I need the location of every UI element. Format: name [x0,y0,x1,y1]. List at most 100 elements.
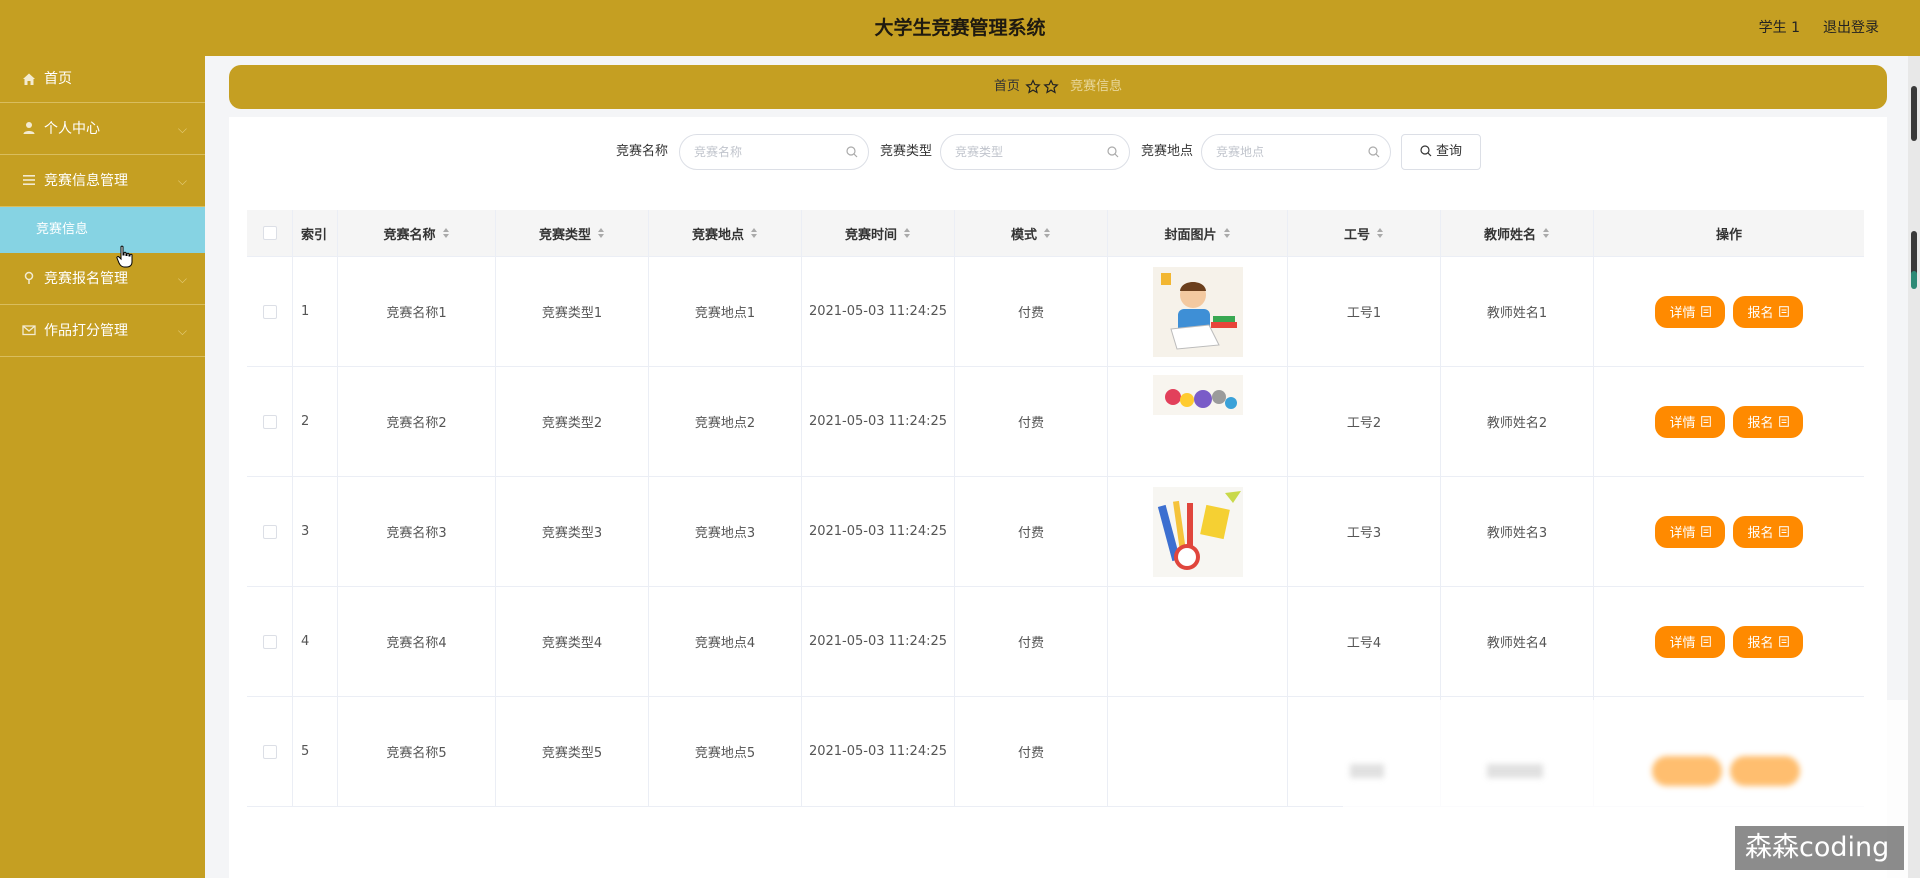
current-user: 学生 1 [1758,20,1800,36]
competition-time: 2021-05-03 11:24:25 [808,304,948,319]
row-checkbox[interactable] [262,304,277,319]
sidebar-item-scoring-mgmt[interactable]: 作品打分管理 ⌵ [0,305,205,357]
column-header[interactable]: 竞赛地点 [649,210,802,256]
detail-button[interactable]: 详情 [1655,515,1725,548]
sidebar-item-competition-info-mgmt[interactable]: 竞赛信息管理 ⌵ [0,155,205,207]
sort-icon [1223,228,1230,238]
detail-button-label: 详情 [1669,636,1696,651]
blurred-text [1350,764,1384,778]
row-checkbox[interactable] [262,524,277,539]
competition-type-cell: 竞赛类型1 [496,257,649,366]
column-header[interactable]: 竞赛时间 [802,210,955,256]
search-label-name: 竞赛名称 [616,144,669,159]
column-header[interactable]: 竞赛名称 [338,210,496,256]
scrollbar-thumb[interactable] [1911,86,1917,141]
competition-type-cell: 竞赛类型4 [496,587,649,696]
teacher-name: 教师姓名2 [1486,416,1548,431]
competition-type: 竞赛类型3 [541,526,603,541]
cover-image-cell [1108,587,1288,696]
competition-name: 竞赛名称1 [386,306,447,321]
signup-button-label: 报名 [1747,416,1774,431]
teacher-name-cell: 教师姓名4 [1441,587,1594,696]
chevron-down-icon: ⌵ [177,324,187,338]
competition-name-cell: 竞赛名称4 [338,587,496,696]
competition-time-cell: 2021-05-03 11:24:25 [802,477,955,586]
staff-number: 工号1 [1346,306,1382,321]
sidebar-item-signup-mgmt[interactable]: 竞赛报名管理 ⌵ [0,253,205,305]
competition-place-cell: 竞赛地点4 [649,587,802,696]
top-header: 大学生竞赛管理系统 学生 1 退出登录 [0,0,1920,56]
column-header[interactable]: 教师姓名 [1441,210,1594,256]
search-name-input[interactable] [694,135,834,169]
row-select-cell [247,697,293,806]
sort-icon [1044,228,1050,238]
competition-name-cell: 竞赛名称1 [338,257,496,366]
row-index: 4 [301,634,310,649]
detail-button[interactable]: 详情 [1655,295,1725,328]
sort-icon [442,228,449,238]
staff-number-cell: 工号2 [1288,367,1441,476]
competition-type: 竞赛类型1 [541,306,603,321]
search-icon [1420,145,1432,157]
column-header[interactable]: 模式 [955,210,1108,256]
column-header[interactable]: 封面图片 [1108,210,1288,256]
competition-place-cell: 竞赛地点3 [649,477,802,586]
logout-link[interactable]: 退出登录 [1823,0,1879,56]
competition-place: 竞赛地点4 [694,636,756,651]
breadcrumb-home[interactable]: 首页 [994,79,1020,94]
competition-place-cell: 竞赛地点5 [649,697,802,806]
competition-name-cell: 竞赛名称2 [338,367,496,476]
column-header[interactable]: 工号 [1288,210,1441,256]
sidebar-item-home[interactable]: 首页 [0,56,205,103]
row-index: 1 [301,304,310,319]
search-place-field[interactable] [1201,134,1391,170]
table-row: 1 竞赛名称1 竞赛类型1 竞赛地点1 2021-05-03 11:24:25 付费 工号1… [247,257,1864,367]
chevron-up-icon: ⌵ [177,174,187,188]
query-button[interactable]: 查询 [1401,134,1481,170]
row-checkbox[interactable] [262,634,277,649]
competition-type: 竞赛类型5 [541,746,603,761]
row-checkbox[interactable] [262,744,277,759]
select-all-cell [247,210,293,256]
competition-type: 竞赛类型4 [541,636,603,651]
competition-name: 竞赛名称3 [386,526,447,541]
competition-time-cell: 2021-05-03 11:24:25 [802,367,955,476]
sidebar-item-personal-center[interactable]: 个人中心 ⌵ [0,103,205,155]
signup-button[interactable]: 报名 [1733,625,1803,658]
signup-button[interactable]: 报名 [1733,515,1803,548]
select-all-checkbox[interactable] [262,226,277,240]
competition-mode-cell: 付费 [955,257,1108,366]
column-header[interactable]: 竞赛类型 [496,210,649,256]
detail-button[interactable]: 详情 [1655,625,1725,658]
row-checkbox[interactable] [262,414,277,429]
sidebar-subitem-competition-info[interactable]: 竞赛信息 [0,207,205,253]
search-place-input[interactable] [1216,135,1356,169]
document-icon [1700,526,1711,537]
signup-button[interactable]: 报名 [1733,295,1803,328]
competition-place: 竞赛地点5 [694,746,756,761]
search-label-place: 竞赛地点 [1141,144,1194,159]
chevron-down-icon: ⌵ [177,122,187,136]
staff-number: 工号2 [1346,416,1382,431]
competition-mode: 付费 [1017,416,1044,431]
detail-button[interactable]: 详情 [1655,405,1725,438]
sort-icon [1377,228,1383,238]
search-type-field[interactable] [940,134,1130,170]
sidebar-item-label: 个人中心 [44,121,100,137]
sidebar-item-label: 作品打分管理 [44,323,128,339]
competition-time-cell: 2021-05-03 11:24:25 [802,697,955,806]
document-icon [1778,306,1789,317]
document-icon [1778,526,1789,537]
row-select-cell [247,367,293,476]
scrollbar-thumb-highlight [1911,271,1917,289]
vertical-scrollbar[interactable] [1908,56,1920,878]
breadcrumb-current: 竞赛信息 [1070,79,1123,94]
signup-button[interactable]: 报名 [1733,405,1803,438]
document-icon [1700,636,1711,647]
cover-image [1152,486,1243,577]
search-type-input[interactable] [955,135,1095,169]
detail-button-label: 详情 [1669,416,1696,431]
staff-number: 工号3 [1346,526,1382,541]
competition-place: 竞赛地点1 [694,306,756,321]
search-name-field[interactable] [679,134,869,170]
